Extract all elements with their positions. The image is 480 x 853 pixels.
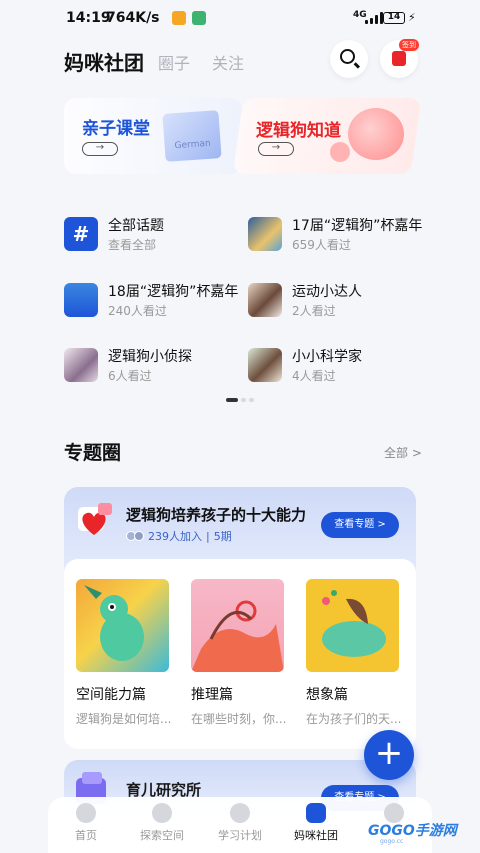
page-title[interactable]: 妈咪社团 [64, 47, 144, 76]
topic-views: 240人看过 [108, 304, 167, 318]
status-time: 14:19 [66, 10, 111, 26]
sign-in-badge: 签到 [399, 39, 419, 51]
member-count: 239人加入 [148, 530, 202, 543]
banner-parent-class[interactable]: German 亲子课堂 → [64, 98, 242, 174]
topic-name: 18届“逻辑狗”杯嘉年 [108, 284, 239, 300]
topic-item[interactable]: 运动小达人 2人看过 [248, 280, 428, 324]
topic-item[interactable]: 18届“逻辑狗”杯嘉年 240人看过 [64, 280, 244, 324]
section-title: 专题圈 [64, 442, 122, 464]
tab-following[interactable]: 关注 [212, 50, 244, 74]
tab-explore[interactable]: 探索空间 [132, 803, 192, 843]
robot-icon [230, 803, 250, 823]
community-icon [306, 803, 326, 823]
sign-in-button[interactable]: 签到 [380, 39, 419, 78]
avatar [134, 531, 144, 541]
watermark-sub: gogo.cc [380, 838, 404, 845]
imagination-illustration [306, 579, 399, 672]
tab-label: 首页 [75, 829, 97, 842]
book-icon: German [162, 110, 222, 162]
dog-illustration [76, 579, 169, 672]
notification-icon [172, 11, 186, 25]
meta-separator: | [206, 529, 210, 543]
sub-item-desc: 逻辑狗是如何培... [76, 712, 172, 726]
sub-item-desc: 在哪些时刻，你... [191, 712, 287, 726]
topic-sub-item[interactable]: 空间能力篇 逻辑狗是如何培... [76, 579, 172, 727]
add-post-button[interactable]: + [364, 730, 414, 780]
tab-community[interactable]: 妈咪社团 [286, 803, 346, 843]
planet-icon [152, 803, 172, 823]
photo-thumbnail [248, 348, 282, 382]
tab-circles[interactable]: 圈子 [158, 50, 190, 74]
search-button[interactable] [330, 40, 368, 78]
topic-views: 查看全部 [108, 238, 157, 252]
banner-logic-dog-knows[interactable]: 逻辑狗知道 → [232, 98, 422, 174]
photo-thumbnail [64, 348, 98, 382]
topic-views: 6人看过 [108, 369, 152, 383]
featured-topic-card[interactable]: 逻辑狗培养孩子的十大能力 239人加入 | 5期 查看专题 > 空间能力篇 逻辑… [64, 487, 416, 749]
sub-item-name: 推理篇 [191, 687, 233, 703]
photo-thumbnail [248, 283, 282, 317]
topic-views: 2人看过 [292, 304, 336, 318]
card-meta: 239人加入 | 5期 [126, 528, 232, 544]
topic-name: 全部话题 [108, 218, 164, 234]
mascot-small-icon [330, 142, 350, 162]
sub-item-name: 空间能力篇 [76, 687, 146, 703]
hearts-icon [78, 503, 112, 535]
topic-name: 小小科学家 [292, 349, 362, 365]
view-all-link[interactable]: 全部 > [384, 444, 422, 461]
signal-icon [365, 12, 383, 24]
arrow-icon: → [258, 142, 294, 156]
wechat-icon [192, 11, 206, 25]
mascot-icon [348, 108, 404, 160]
tab-label: 学习计划 [218, 829, 262, 842]
topic-item[interactable]: 小小科学家 4人看过 [248, 345, 428, 389]
topic-item[interactable]: # 全部话题 查看全部 [64, 214, 244, 258]
tab-label: 探索空间 [140, 829, 184, 842]
watermark: GOGO手游网 [368, 823, 457, 839]
event-thumbnail [64, 283, 98, 317]
hash-icon: # [64, 217, 98, 251]
card-title: 逻辑狗培养孩子的十大能力 [126, 506, 307, 524]
topic-sub-item[interactable]: 想象篇 在为孩子们的天... [306, 579, 402, 727]
topic-item[interactable]: 逻辑狗小侦探 6人看过 [64, 345, 244, 389]
topic-sub-item[interactable]: 推理篇 在哪些时刻，你... [191, 579, 287, 727]
banner-title: 亲子课堂 [82, 119, 150, 139]
topic-views: 659人看过 [292, 238, 351, 252]
topic-views: 4人看过 [292, 369, 336, 383]
period-count: 5期 [213, 530, 232, 543]
topic-name: 运动小达人 [292, 284, 362, 300]
topic-name: 逻辑狗小侦探 [108, 349, 192, 365]
gift-icon [392, 51, 406, 66]
battery-icon: 14 [383, 12, 405, 24]
tab-label: 妈咪社团 [294, 829, 338, 842]
event-thumbnail [248, 217, 282, 251]
sub-item-name: 想象篇 [306, 687, 348, 703]
view-topic-button[interactable]: 查看专题 > [321, 512, 399, 538]
topic-name: 17届“逻辑狗”杯嘉年 [292, 218, 423, 234]
topic-item[interactable]: 17届“逻辑狗”杯嘉年 659人看过 [248, 214, 428, 258]
status-bar: 14:19 764K/s 4G 14 ⚡ [0, 0, 480, 36]
tab-study-plan[interactable]: 学习计划 [210, 803, 270, 843]
charging-icon: ⚡ [408, 11, 416, 24]
page-indicator [226, 398, 254, 402]
status-speed: 764K/s [106, 10, 160, 26]
search-icon [340, 49, 355, 64]
sub-item-desc: 在为孩子们的天... [306, 712, 402, 726]
arrow-icon: → [82, 142, 118, 156]
home-icon [76, 803, 96, 823]
reasoning-illustration [191, 579, 284, 672]
banner-title: 逻辑狗知道 [256, 121, 341, 141]
tab-home[interactable]: 首页 [56, 803, 116, 843]
